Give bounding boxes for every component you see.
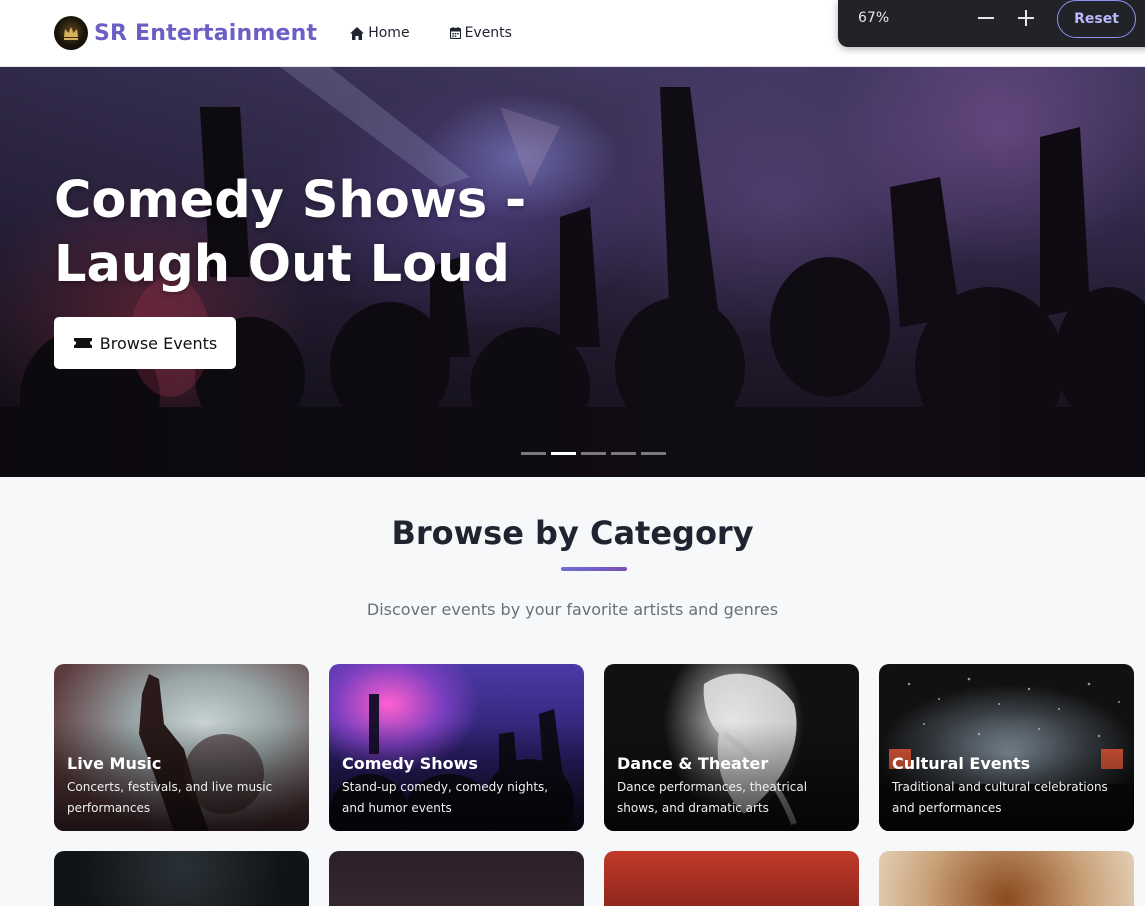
zoom-out-button[interactable] — [976, 8, 996, 28]
zoom-in-button[interactable] — [1016, 8, 1036, 28]
card-title: Dance & Theater — [617, 754, 769, 773]
carousel-dot[interactable] — [611, 452, 636, 455]
carousel-dot-active[interactable] — [551, 452, 576, 455]
minus-icon — [978, 17, 994, 19]
section-title: Browse by Category — [391, 514, 754, 552]
nav-home[interactable]: Home — [350, 25, 410, 41]
category-card-dance-theater[interactable]: Dance & Theater Dance performances, thea… — [604, 664, 859, 831]
category-card-partial[interactable] — [54, 851, 309, 906]
brand-name[interactable]: SR Entertainment — [94, 21, 317, 46]
browse-events-button[interactable]: Browse Events — [54, 317, 236, 369]
category-card-comedy-shows[interactable]: Comedy Shows Stand-up comedy, comedy nig… — [329, 664, 584, 831]
zoom-popup: 67% Reset — [838, 0, 1145, 47]
card-description: Stand-up comedy, comedy nights, and humo… — [342, 780, 549, 815]
plus-icon — [1018, 10, 1034, 26]
card-description: Concerts, festivals, and live music perf… — [67, 780, 273, 815]
section-subtitle: Discover events by your favorite artists… — [366, 600, 779, 619]
category-card-partial[interactable] — [604, 851, 859, 906]
carousel-dot[interactable] — [581, 452, 606, 455]
browse-events-label: Browse Events — [99, 333, 218, 353]
hero-title: Comedy Shows - Laugh Out Loud — [54, 171, 527, 294]
crown-logo-icon[interactable] — [54, 16, 88, 50]
zoom-reset-button[interactable]: Reset — [1057, 0, 1136, 38]
main-nav: Home Events — [350, 25, 552, 41]
carousel-dot[interactable] — [641, 452, 666, 455]
category-card-partial[interactable] — [879, 851, 1134, 906]
card-description: Traditional and cultural celebrations an… — [892, 780, 1108, 815]
nav-home-label: Home — [368, 25, 410, 41]
ticket-icon — [73, 338, 92, 348]
category-card-live-music[interactable]: Live Music Concerts, festivals, and live… — [54, 664, 309, 831]
carousel-indicators — [521, 452, 671, 455]
card-title: Live Music — [67, 754, 162, 773]
hero-carousel: Comedy Shows - Laugh Out Loud Browse Eve… — [0, 67, 1145, 477]
card-title: Comedy Shows — [342, 754, 478, 773]
nav-events-label: Events — [464, 25, 512, 41]
zoom-level: 67% — [858, 10, 890, 26]
category-card-cultural-events[interactable]: Cultural Events Traditional and cultural… — [879, 664, 1134, 831]
carousel-dot[interactable] — [521, 452, 546, 455]
calendar-icon — [449, 27, 461, 39]
nav-events[interactable]: Events — [449, 25, 512, 41]
home-icon — [350, 26, 365, 40]
category-card-partial[interactable] — [329, 851, 584, 906]
card-description: Dance performances, theatrical shows, an… — [617, 780, 808, 815]
card-title: Cultural Events — [892, 754, 1031, 773]
section-title-underline — [561, 567, 627, 571]
